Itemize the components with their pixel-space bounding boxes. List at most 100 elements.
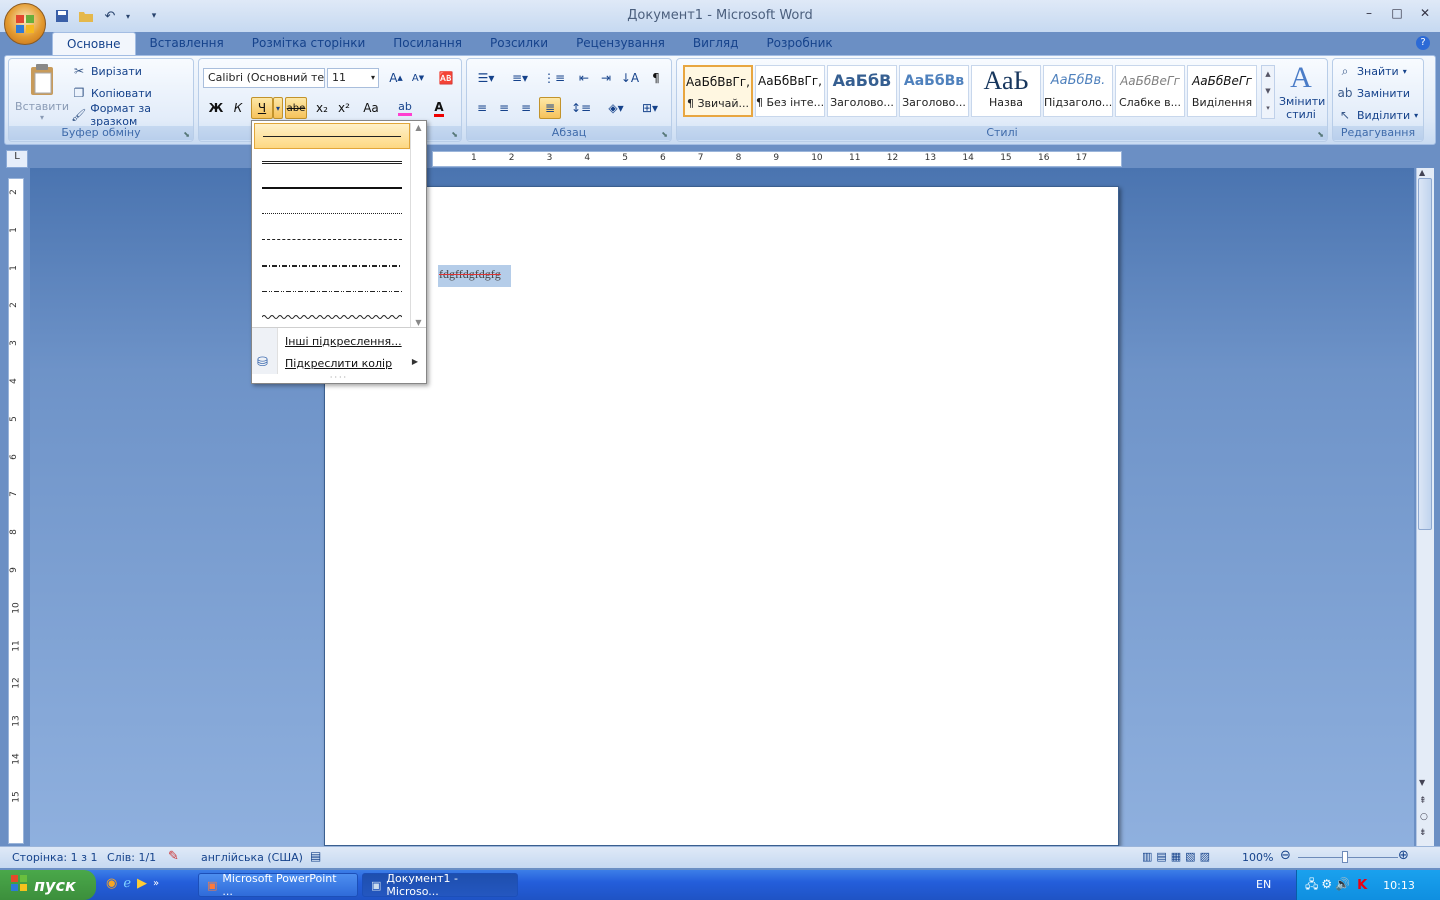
more-underlines-item[interactable]: Інші підкреслення...	[252, 331, 426, 353]
minimize-button[interactable]: –	[1360, 6, 1378, 24]
clipboard-launcher-icon[interactable]: ⬊	[183, 130, 190, 139]
maximize-button[interactable]: □	[1388, 6, 1406, 24]
chevron-down-icon[interactable]: ▼	[1262, 83, 1274, 100]
styles-launcher-icon[interactable]: ⬊	[1317, 130, 1324, 139]
firefox-icon[interactable]: ◉	[106, 876, 117, 891]
style-subtle-emphasis[interactable]: АаБбВеГг Слабке в...	[1115, 65, 1185, 117]
tab-selector-icon[interactable]: L	[6, 150, 28, 168]
tab-developer[interactable]: Розробник	[752, 32, 846, 56]
chevron-up-icon[interactable]: ▲	[1262, 66, 1274, 83]
underline-option-single[interactable]	[254, 123, 410, 149]
antivirus-icon[interactable]: K	[1357, 878, 1367, 893]
font-size-combo[interactable]: 11 ▾	[327, 68, 379, 88]
replace-button[interactable]: ab Замінити	[1337, 83, 1411, 103]
tab-insert[interactable]: Вставлення	[136, 32, 238, 56]
strikethrough-button[interactable]: abe	[285, 97, 307, 119]
bullets-icon[interactable]: ☰▾	[471, 67, 501, 89]
selected-text[interactable]: fdgffdgfdgfg	[438, 265, 511, 287]
office-button[interactable]	[4, 3, 46, 45]
scroll-up-icon[interactable]: ▲	[1419, 168, 1425, 177]
underline-option-double[interactable]	[254, 149, 410, 175]
tab-home[interactable]: Основне	[52, 32, 136, 56]
tab-page-layout[interactable]: Розмітка сторінки	[238, 32, 380, 56]
zoom-slider[interactable]	[1298, 857, 1398, 858]
task-powerpoint[interactable]: ▣ Microsoft PowerPoint ...	[198, 872, 358, 898]
change-case-button[interactable]: Aa	[357, 97, 385, 119]
bold-button[interactable]: Ж	[205, 97, 227, 119]
tab-view[interactable]: Вигляд	[679, 32, 753, 56]
underline-dropdown-icon[interactable]: ▾	[273, 97, 283, 119]
styles-scroll[interactable]: ▲ ▼ ▾	[1261, 65, 1275, 119]
shading-icon[interactable]: ◈▾	[601, 97, 631, 119]
macro-record-icon[interactable]: ▤	[310, 849, 321, 863]
language-bar[interactable]: EN	[1256, 878, 1271, 891]
paste-button[interactable]: Вставити ▾	[13, 61, 71, 123]
subscript-button[interactable]: x₂	[311, 97, 333, 119]
more-icon[interactable]: ▾	[1262, 100, 1274, 117]
document-page[interactable]: fdgffdgfdgfg	[324, 186, 1119, 846]
ie-icon[interactable]: ℯ	[123, 876, 131, 891]
browse-object-icon[interactable]: ○	[1420, 812, 1428, 822]
vertical-ruler[interactable]: 2 1 1 2 3 4 5 6 7 8 9 10 11 12 13 14 15	[8, 178, 24, 844]
next-page-icon[interactable]: ⇟	[1419, 828, 1427, 838]
help-icon[interactable]: ?	[1416, 36, 1430, 50]
resize-grip-icon[interactable]: ····	[252, 373, 426, 383]
clock[interactable]: 10:13	[1383, 879, 1415, 892]
highlight-icon[interactable]: ab	[391, 97, 419, 119]
align-center-icon[interactable]: ≡	[493, 97, 515, 119]
style-subtitle[interactable]: АаБбВв. Підзаголо...	[1043, 65, 1113, 117]
copy-button[interactable]: ❐ Копіювати	[71, 83, 152, 103]
start-button[interactable]: пуск	[0, 870, 96, 900]
style-emphasis[interactable]: АаБбВеГг Виділення	[1187, 65, 1257, 117]
task-word[interactable]: ▣ Документ1 - Microso...	[362, 872, 518, 898]
font-launcher-icon[interactable]: ⬊	[451, 130, 458, 139]
pilcrow-icon[interactable]: ¶	[645, 67, 667, 89]
font-color-icon[interactable]: A	[425, 97, 453, 119]
word-count[interactable]: Слів: 1/1	[107, 851, 156, 864]
style-normal[interactable]: АаБбВвГг, ¶ Звичай...	[683, 65, 753, 117]
underline-color-item[interactable]: ⛁ Підкреслити колір ▶	[252, 353, 426, 375]
decrease-indent-icon[interactable]: ⇤	[573, 67, 595, 89]
align-right-icon[interactable]: ≡	[515, 97, 537, 119]
align-left-icon[interactable]: ≡	[471, 97, 493, 119]
tab-mailings[interactable]: Розсилки	[476, 32, 562, 56]
paragraph-launcher-icon[interactable]: ⬊	[661, 130, 668, 139]
numbering-icon[interactable]: ≡▾	[505, 67, 535, 89]
prev-page-icon[interactable]: ⇞	[1419, 796, 1427, 806]
chevron-up-icon[interactable]: ▲	[411, 123, 426, 132]
scroll-down-icon[interactable]: ▼	[1419, 778, 1425, 787]
increase-indent-icon[interactable]: ⇥	[595, 67, 617, 89]
scroll-thumb[interactable]	[1418, 178, 1432, 530]
view-buttons[interactable]: ▥▤▦▧▨	[1142, 850, 1214, 863]
italic-button[interactable]: К	[227, 97, 249, 119]
underline-option-dash-dot[interactable]	[254, 253, 410, 279]
zoom-out-icon[interactable]: ⊖	[1280, 848, 1291, 863]
style-heading-2[interactable]: АаБбВв Заголово...	[899, 65, 969, 117]
tab-review[interactable]: Рецензування	[562, 32, 679, 56]
media-player-icon[interactable]: ▶	[137, 876, 147, 891]
line-spacing-icon[interactable]: ↕≡	[567, 97, 595, 119]
zoom-in-icon[interactable]: ⊕	[1398, 848, 1409, 863]
cut-button[interactable]: ✂ Вирізати	[71, 61, 142, 81]
multilevel-list-icon[interactable]: ⋮≡	[539, 67, 569, 89]
overflow-icon[interactable]: »	[153, 878, 159, 889]
style-no-spacing[interactable]: АаБбВвГг, ¶ Без інте...	[755, 65, 825, 117]
sort-icon[interactable]: ↓A	[619, 67, 641, 89]
superscript-button[interactable]: x²	[333, 97, 355, 119]
format-painter-button[interactable]: 🖌 Формат за зразком	[71, 102, 193, 128]
underline-option-thick[interactable]	[254, 175, 410, 201]
proofing-icon[interactable]: ✎	[168, 849, 179, 864]
zoom-level[interactable]: 100%	[1242, 851, 1273, 864]
dropdown-scrollbar[interactable]: ▲ ▼	[410, 123, 426, 327]
grow-font-button[interactable]: A ▲	[385, 67, 407, 89]
tab-references[interactable]: Посилання	[379, 32, 476, 56]
shrink-font-button[interactable]: A ▼	[407, 67, 429, 89]
font-name-combo[interactable]: Calibri (Основний те	[203, 68, 325, 88]
select-button[interactable]: ↖ Виділити ▾	[1337, 105, 1418, 125]
change-styles-button[interactable]: A Змінити стилі	[1277, 61, 1325, 125]
style-title[interactable]: АаЬ Назва	[971, 65, 1041, 117]
close-button[interactable]: ✕	[1416, 6, 1434, 24]
borders-icon[interactable]: ⊞▾	[635, 97, 665, 119]
find-button[interactable]: ⌕ Знайти ▾	[1337, 61, 1407, 81]
horizontal-ruler[interactable]: 1 2 3 4 5 6 7 8 9 10 11 12 13 14 15 16 17	[432, 151, 1122, 167]
